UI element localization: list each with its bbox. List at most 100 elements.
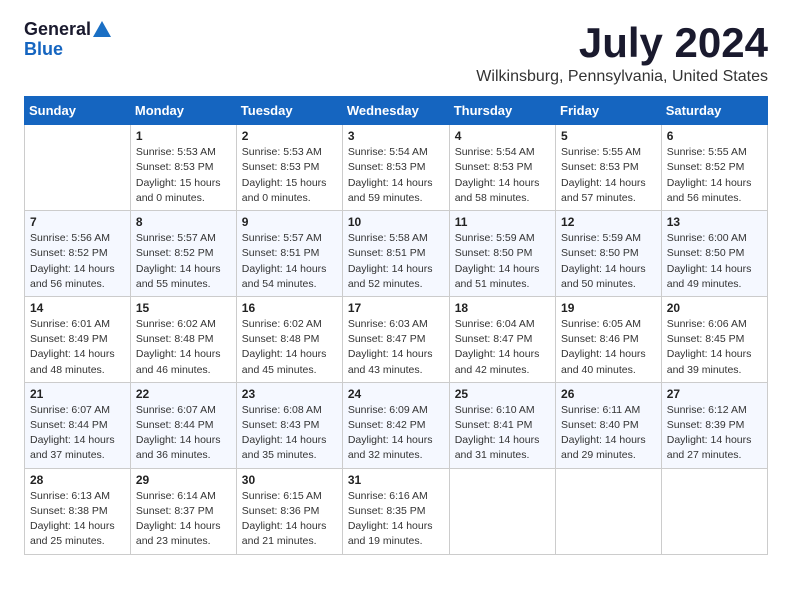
day-number: 26 <box>561 387 656 401</box>
weekday-header-row: Sunday Monday Tuesday Wednesday Thursday… <box>25 97 768 125</box>
table-row: 26 Sunrise: 6:11 AM Sunset: 8:40 PM Dayli… <box>556 382 662 468</box>
day-info: Sunrise: 6:00 AM Sunset: 8:50 PM Dayligh… <box>667 231 762 292</box>
day-number: 15 <box>136 301 231 315</box>
day-number: 13 <box>667 215 762 229</box>
calendar-week-row: 14 Sunrise: 6:01 AM Sunset: 8:49 PM Dayli… <box>25 296 768 382</box>
day-info: Sunrise: 5:58 AM Sunset: 8:51 PM Dayligh… <box>348 231 444 292</box>
day-info: Sunrise: 5:53 AM Sunset: 8:53 PM Dayligh… <box>136 145 231 206</box>
day-number: 4 <box>455 129 550 143</box>
location-title: Wilkinsburg, Pennsylvania, United States <box>476 68 768 86</box>
day-number: 8 <box>136 215 231 229</box>
header-monday: Monday <box>130 97 236 125</box>
table-row: 21Sunrise: 6:07 AM Sunset: 8:44 PM Dayli… <box>25 382 131 468</box>
header-wednesday: Wednesday <box>342 97 449 125</box>
table-row: 20 Sunrise: 6:06 AM Sunset: 8:45 PM Dayli… <box>661 296 767 382</box>
day-number: 20 <box>667 301 762 315</box>
table-row: 11 Sunrise: 5:59 AM Sunset: 8:50 PM Dayli… <box>449 211 555 297</box>
day-number: 2 <box>242 129 337 143</box>
header-thursday: Thursday <box>449 97 555 125</box>
table-row: 7Sunrise: 5:56 AM Sunset: 8:52 PM Daylig… <box>25 211 131 297</box>
calendar-week-row: 28 Sunrise: 6:13 AM Sunset: 8:38 PM Dayli… <box>25 468 768 554</box>
day-info: Sunrise: 6:09 AM Sunset: 8:42 PM Dayligh… <box>348 403 444 464</box>
table-row: 23Sunrise: 6:08 AM Sunset: 8:43 PM Dayli… <box>236 382 342 468</box>
table-row <box>449 468 555 554</box>
day-number: 29 <box>136 473 231 487</box>
day-number: 3 <box>348 129 444 143</box>
table-row: 13 Sunrise: 6:00 AM Sunset: 8:50 PM Dayli… <box>661 211 767 297</box>
day-number: 14 <box>30 301 125 315</box>
table-row: 14 Sunrise: 6:01 AM Sunset: 8:49 PM Dayli… <box>25 296 131 382</box>
table-row: 22 Sunrise: 6:07 AM Sunset: 8:44 PM Dayli… <box>130 382 236 468</box>
day-number: 30 <box>242 473 337 487</box>
day-number: 24 <box>348 387 444 401</box>
day-info: Sunrise: 6:04 AM Sunset: 8:47 PM Dayligh… <box>455 317 550 378</box>
day-info: Sunrise: 6:05 AM Sunset: 8:46 PM Dayligh… <box>561 317 656 378</box>
table-row: 5Sunrise: 5:55 AM Sunset: 8:53 PM Daylig… <box>556 125 662 211</box>
table-row: 28 Sunrise: 6:13 AM Sunset: 8:38 PM Dayli… <box>25 468 131 554</box>
day-number: 11 <box>455 215 550 229</box>
calendar-table: Sunday Monday Tuesday Wednesday Thursday… <box>24 96 768 554</box>
day-number: 18 <box>455 301 550 315</box>
day-info: Sunrise: 6:02 AM Sunset: 8:48 PM Dayligh… <box>242 317 337 378</box>
day-number: 19 <box>561 301 656 315</box>
day-info: Sunrise: 6:13 AM Sunset: 8:38 PM Dayligh… <box>30 489 125 550</box>
day-info: Sunrise: 6:01 AM Sunset: 8:49 PM Dayligh… <box>30 317 125 378</box>
logo-general-text: General <box>24 20 91 40</box>
month-title: July 2024 <box>476 20 768 66</box>
day-info: Sunrise: 6:03 AM Sunset: 8:47 PM Dayligh… <box>348 317 444 378</box>
day-number: 27 <box>667 387 762 401</box>
day-number: 31 <box>348 473 444 487</box>
table-row: 3 Sunrise: 5:54 AM Sunset: 8:53 PM Daylig… <box>342 125 449 211</box>
day-info: Sunrise: 5:59 AM Sunset: 8:50 PM Dayligh… <box>455 231 550 292</box>
table-row: 10Sunrise: 5:58 AM Sunset: 8:51 PM Dayli… <box>342 211 449 297</box>
table-row: 16 Sunrise: 6:02 AM Sunset: 8:48 PM Dayli… <box>236 296 342 382</box>
day-info: Sunrise: 6:12 AM Sunset: 8:39 PM Dayligh… <box>667 403 762 464</box>
day-info: Sunrise: 5:57 AM Sunset: 8:51 PM Dayligh… <box>242 231 337 292</box>
table-row: 1Sunrise: 5:53 AM Sunset: 8:53 PM Daylig… <box>130 125 236 211</box>
day-number: 25 <box>455 387 550 401</box>
day-info: Sunrise: 5:53 AM Sunset: 8:53 PM Dayligh… <box>242 145 337 206</box>
table-row: 4Sunrise: 5:54 AM Sunset: 8:53 PM Daylig… <box>449 125 555 211</box>
table-row: 31 Sunrise: 6:16 AM Sunset: 8:35 PM Dayli… <box>342 468 449 554</box>
day-info: Sunrise: 6:14 AM Sunset: 8:37 PM Dayligh… <box>136 489 231 550</box>
table-row: 12Sunrise: 5:59 AM Sunset: 8:50 PM Dayli… <box>556 211 662 297</box>
day-number: 28 <box>30 473 125 487</box>
day-info: Sunrise: 6:06 AM Sunset: 8:45 PM Dayligh… <box>667 317 762 378</box>
table-row: 24 Sunrise: 6:09 AM Sunset: 8:42 PM Dayli… <box>342 382 449 468</box>
table-row <box>556 468 662 554</box>
title-area: July 2024 Wilkinsburg, Pennsylvania, Uni… <box>476 20 768 86</box>
table-row <box>661 468 767 554</box>
day-number: 6 <box>667 129 762 143</box>
table-row: 17 Sunrise: 6:03 AM Sunset: 8:47 PM Dayli… <box>342 296 449 382</box>
day-info: Sunrise: 5:55 AM Sunset: 8:53 PM Dayligh… <box>561 145 656 206</box>
header-sunday: Sunday <box>25 97 131 125</box>
day-info: Sunrise: 5:57 AM Sunset: 8:52 PM Dayligh… <box>136 231 231 292</box>
day-info: Sunrise: 6:16 AM Sunset: 8:35 PM Dayligh… <box>348 489 444 550</box>
day-number: 17 <box>348 301 444 315</box>
day-number: 21 <box>30 387 125 401</box>
table-row: 9 Sunrise: 5:57 AM Sunset: 8:51 PM Daylig… <box>236 211 342 297</box>
header-saturday: Saturday <box>661 97 767 125</box>
day-info: Sunrise: 5:59 AM Sunset: 8:50 PM Dayligh… <box>561 231 656 292</box>
header: General Blue July 2024 Wilkinsburg, Penn… <box>24 20 768 86</box>
header-tuesday: Tuesday <box>236 97 342 125</box>
calendar-week-row: 21 Sunrise: 6:07 AM Sunset: 8:44 PM Dayli… <box>25 382 768 468</box>
table-row: 25Sunrise: 6:10 AM Sunset: 8:41 PM Dayli… <box>449 382 555 468</box>
calendar-week-row: 1Sunrise: 5:53 AM Sunset: 8:53 PM Daylig… <box>25 125 768 211</box>
day-number: 16 <box>242 301 337 315</box>
day-info: Sunrise: 5:54 AM Sunset: 8:53 PM Dayligh… <box>348 145 444 206</box>
day-number: 23 <box>242 387 337 401</box>
table-row: 8 Sunrise: 5:57 AM Sunset: 8:52 PM Daylig… <box>130 211 236 297</box>
table-row: 29 Sunrise: 6:14 AM Sunset: 8:37 PM Dayli… <box>130 468 236 554</box>
table-row: 30 Sunrise: 6:15 AM Sunset: 8:36 PM Dayli… <box>236 468 342 554</box>
table-row: 6Sunrise: 5:55 AM Sunset: 8:52 PM Daylig… <box>661 125 767 211</box>
day-info: Sunrise: 6:11 AM Sunset: 8:40 PM Dayligh… <box>561 403 656 464</box>
logo-blue-text: Blue <box>24 40 63 60</box>
day-number: 22 <box>136 387 231 401</box>
logo-icon <box>93 21 111 37</box>
day-info: Sunrise: 6:07 AM Sunset: 8:44 PM Dayligh… <box>136 403 231 464</box>
day-number: 9 <box>242 215 337 229</box>
table-row: 19 Sunrise: 6:05 AM Sunset: 8:46 PM Dayli… <box>556 296 662 382</box>
day-info: Sunrise: 6:15 AM Sunset: 8:36 PM Dayligh… <box>242 489 337 550</box>
day-number: 7 <box>30 215 125 229</box>
